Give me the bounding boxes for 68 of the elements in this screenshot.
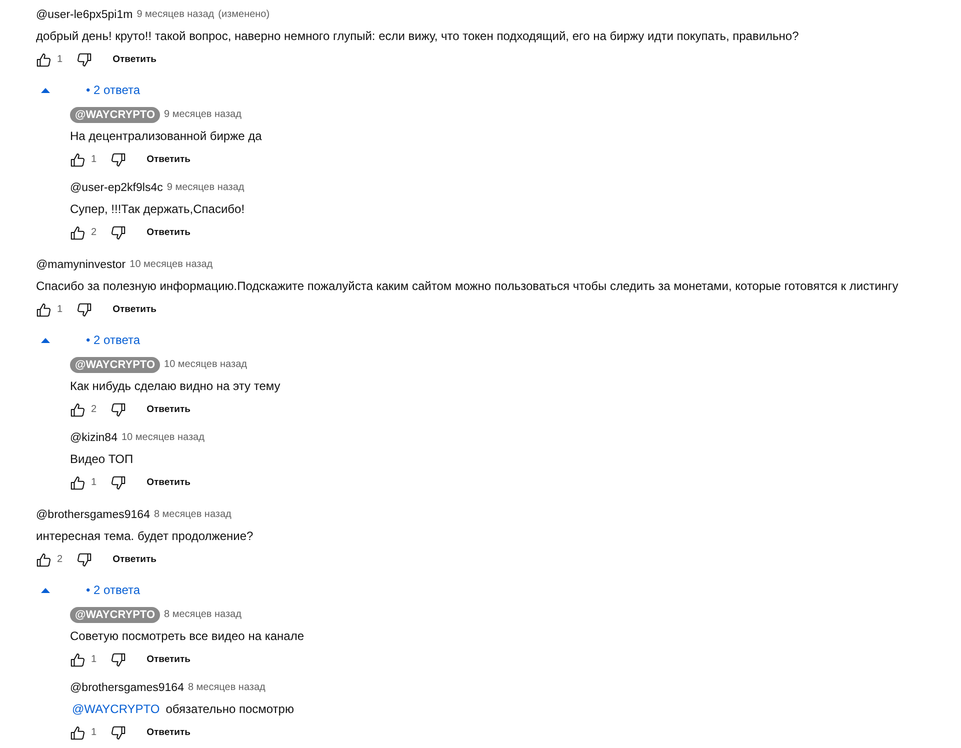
reply-button[interactable]: Ответить bbox=[112, 53, 156, 67]
author-name[interactable]: @user-ep2kf9ls4c bbox=[70, 181, 163, 195]
thumbs-down-icon[interactable] bbox=[76, 302, 92, 318]
comment-time[interactable]: 9 месяцев назад bbox=[166, 181, 244, 195]
author-badge[interactable]: @WAYCRYPTO bbox=[70, 357, 160, 373]
thumbs-up-icon[interactable] bbox=[36, 552, 51, 568]
author-name[interactable]: @user-le6px5pi1m bbox=[36, 8, 133, 22]
comment-text: Супер, !!!Так держать,Спасибо! bbox=[70, 201, 245, 218]
comment-text: Спасибо за полезную информацию.Подскажите пожалуйста каким сайтом можно пользоваться чтобы следить за монетами, которые готовятся к листингу bbox=[36, 278, 898, 295]
author-badge[interactable]: @WAYCRYPTO bbox=[70, 107, 160, 123]
thumbs-up-icon[interactable] bbox=[36, 52, 51, 68]
comment-text: Советую посмотреть все видео на канале bbox=[70, 628, 304, 645]
comment-time[interactable]: 9 месяцев назад bbox=[136, 8, 214, 22]
like-count: 1 bbox=[91, 476, 97, 490]
comment-text: На децентрализованной бирже да bbox=[70, 128, 262, 145]
thumbs-down-icon[interactable] bbox=[110, 225, 126, 241]
author-badge[interactable]: @WAYCRYPTO bbox=[70, 607, 160, 623]
comment-time[interactable]: 10 месяцев назад bbox=[130, 258, 213, 272]
comment-text: интересная тема. будет продолжение? bbox=[36, 528, 254, 545]
comment-time[interactable]: 10 месяцев назад bbox=[121, 431, 204, 445]
reply-button[interactable]: Ответить bbox=[146, 726, 190, 740]
like-count: 1 bbox=[91, 153, 97, 167]
thumbs-down-icon[interactable] bbox=[110, 402, 126, 418]
comment-text: добрый день! круто!! такой вопрос, наверно немного глупый: если вижу, что токен подходящий, его на биржу идти покупать, правильно? bbox=[36, 28, 799, 45]
thumbs-down-icon[interactable] bbox=[110, 652, 126, 668]
like-count: 1 bbox=[57, 303, 63, 317]
replies-toggle[interactable]: • 2 ответа bbox=[41, 328, 140, 352]
comment-time[interactable]: 10 месяцев назад bbox=[164, 358, 247, 372]
author-name[interactable]: @kizin84 bbox=[70, 431, 118, 445]
comment-time[interactable]: 8 месяцев назад bbox=[164, 608, 242, 622]
author-name[interactable]: @brothersgames9164 bbox=[36, 508, 150, 522]
thumbs-up-icon[interactable] bbox=[36, 302, 51, 318]
like-count: 1 bbox=[91, 726, 97, 740]
thumbs-down-icon[interactable] bbox=[76, 552, 92, 568]
thumbs-up-icon[interactable] bbox=[70, 225, 85, 241]
thumbs-down-icon[interactable] bbox=[110, 152, 126, 168]
like-count: 1 bbox=[91, 653, 97, 667]
comment-time[interactable]: 9 месяцев назад bbox=[164, 108, 242, 122]
comment-time[interactable]: 8 месяцев назад bbox=[154, 508, 232, 522]
edited-label: (изменено) bbox=[218, 8, 270, 22]
reply-button[interactable]: Ответить bbox=[112, 303, 156, 317]
reply-button[interactable]: Ответить bbox=[112, 553, 156, 567]
mention-link[interactable]: @WAYCRYPTO bbox=[72, 702, 160, 716]
replies-toggle[interactable]: • 2 ответа bbox=[41, 78, 140, 102]
thumbs-up-icon[interactable] bbox=[70, 725, 85, 741]
like-count: 2 bbox=[57, 553, 63, 567]
like-count: 1 bbox=[57, 53, 63, 67]
reply-button[interactable]: Ответить bbox=[146, 476, 190, 490]
thumbs-up-icon[interactable] bbox=[70, 475, 85, 491]
comment-time[interactable]: 8 месяцев назад bbox=[188, 681, 266, 695]
comment-text: Как нибудь сделаю видно на эту тему bbox=[70, 378, 280, 395]
like-count: 2 bbox=[91, 403, 97, 417]
replies-toggle[interactable]: • 2 ответа bbox=[41, 578, 140, 602]
like-count: 2 bbox=[91, 226, 97, 240]
thumbs-down-icon[interactable] bbox=[76, 52, 92, 68]
thumbs-up-icon[interactable] bbox=[70, 652, 85, 668]
reply-button[interactable]: Ответить bbox=[146, 153, 190, 167]
thumbs-down-icon[interactable] bbox=[110, 725, 126, 741]
reply-button[interactable]: Ответить bbox=[146, 403, 190, 417]
author-name[interactable]: @brothersgames9164 bbox=[70, 681, 184, 695]
reply-button[interactable]: Ответить bbox=[146, 653, 190, 667]
thumbs-up-icon[interactable] bbox=[70, 402, 85, 418]
thumbs-down-icon[interactable] bbox=[110, 475, 126, 491]
comment-text: @WAYCRYPTO обязательно посмотрю bbox=[71, 701, 294, 718]
reply-button[interactable]: Ответить bbox=[146, 226, 190, 240]
author-name[interactable]: @mamyninvestor bbox=[36, 258, 126, 272]
comment-text: Видео ТОП bbox=[70, 451, 134, 468]
thumbs-up-icon[interactable] bbox=[70, 152, 85, 168]
